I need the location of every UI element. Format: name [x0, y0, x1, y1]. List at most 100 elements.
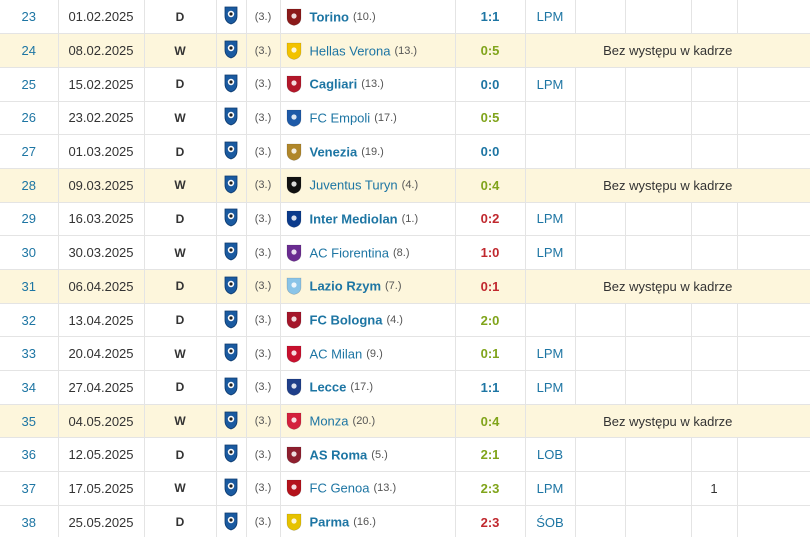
monza-crest-icon[interactable]: [285, 412, 303, 430]
matchday-link[interactable]: 32: [0, 303, 59, 338]
opponent-name-link[interactable]: FC Empoli: [310, 110, 371, 125]
opponent-cell[interactable]: Cagliari (13.): [280, 67, 456, 102]
match-result-link[interactable]: 0:0: [455, 134, 526, 169]
opponent-cell[interactable]: FC Empoli (17.): [280, 101, 456, 136]
own-team-crest-cell[interactable]: [216, 33, 247, 68]
as-roma-crest-icon[interactable]: [285, 446, 303, 464]
opponent-name-link[interactable]: Lecce: [310, 380, 347, 395]
opponent-name-link[interactable]: Torino: [310, 9, 349, 24]
opponent-name-link[interactable]: Inter Mediolan: [310, 211, 398, 226]
atalanta-crest-icon[interactable]: [224, 39, 238, 59]
cagliari-crest-icon[interactable]: [285, 75, 303, 94]
inter-crest-icon[interactable]: [285, 210, 303, 228]
own-team-crest-cell[interactable]: [216, 134, 247, 169]
atalanta-crest-icon[interactable]: [224, 443, 238, 463]
opponent-name-link[interactable]: FC Bologna: [310, 313, 383, 328]
match-result-link[interactable]: 1:1: [455, 0, 526, 35]
match-result-link[interactable]: 2:3: [455, 505, 526, 537]
atalanta-crest-icon[interactable]: [224, 241, 238, 261]
ac-milan-crest-icon[interactable]: [285, 345, 303, 363]
matchday-link[interactable]: 27: [0, 134, 59, 169]
opponent-cell[interactable]: AC Milan (9.): [280, 336, 456, 372]
atalanta-crest-icon[interactable]: [224, 309, 238, 329]
matchday-link[interactable]: 24: [0, 33, 59, 68]
atalanta-crest-icon[interactable]: [224, 275, 238, 295]
opponent-cell[interactable]: Lazio Rzym (7.): [280, 269, 456, 304]
atalanta-crest-icon[interactable]: [224, 73, 238, 93]
matchday-link[interactable]: 23: [0, 0, 59, 35]
opponent-name-link[interactable]: Parma: [310, 515, 350, 530]
lazio-crest-icon[interactable]: [285, 277, 303, 296]
opponent-name-link[interactable]: AS Roma: [310, 447, 368, 462]
torino-crest-icon[interactable]: [285, 8, 303, 26]
atalanta-crest-icon[interactable]: [224, 140, 238, 160]
atalanta-crest-icon[interactable]: [224, 207, 238, 227]
atalanta-crest-icon[interactable]: [224, 174, 238, 194]
opponent-cell[interactable]: Lecce (17.): [280, 370, 456, 405]
match-result-link[interactable]: 2:0: [455, 303, 526, 338]
matchday-link[interactable]: 37: [0, 471, 59, 506]
opponent-cell[interactable]: AC Fiorentina (8.): [280, 235, 456, 270]
match-result-link[interactable]: 1:0: [455, 235, 526, 270]
own-team-crest-cell[interactable]: [216, 202, 247, 237]
matchday-link[interactable]: 36: [0, 437, 59, 473]
opponent-cell[interactable]: Inter Mediolan (1.): [280, 202, 456, 237]
own-team-crest-cell[interactable]: [216, 235, 247, 270]
own-team-crest-cell[interactable]: [216, 101, 247, 136]
fiorentina-crest-icon[interactable]: [285, 244, 303, 262]
matchday-link[interactable]: 35: [0, 404, 59, 439]
match-result-link[interactable]: 0:2: [455, 202, 526, 237]
genoa-crest-icon[interactable]: [285, 479, 303, 498]
opponent-name-link[interactable]: FC Genoa: [310, 481, 370, 496]
match-result-link[interactable]: 0:1: [455, 269, 526, 304]
opponent-cell[interactable]: Venezia (19.): [280, 134, 456, 169]
opponent-cell[interactable]: Parma (16.): [280, 505, 456, 537]
match-result-link[interactable]: 1:1: [455, 370, 526, 405]
opponent-name-link[interactable]: AC Fiorentina: [310, 245, 389, 260]
bologna-crest-icon[interactable]: [285, 311, 303, 329]
matchday-link[interactable]: 28: [0, 168, 59, 203]
opponent-cell[interactable]: Monza (20.): [280, 404, 456, 439]
match-result-link[interactable]: 0:1: [455, 336, 526, 372]
own-team-crest-cell[interactable]: [216, 67, 247, 102]
match-result-link[interactable]: 2:1: [455, 437, 526, 473]
opponent-cell[interactable]: FC Genoa (13.): [280, 471, 456, 506]
own-team-crest-cell[interactable]: [216, 437, 247, 473]
opponent-name-link[interactable]: Juventus Turyn: [310, 178, 398, 193]
lecce-crest-icon[interactable]: [285, 378, 303, 397]
match-result-link[interactable]: 0:5: [455, 101, 526, 136]
opponent-cell[interactable]: Juventus Turyn (4.): [280, 168, 456, 203]
match-result-link[interactable]: 0:5: [455, 33, 526, 68]
atalanta-crest-icon[interactable]: [224, 5, 238, 25]
parma-crest-icon[interactable]: [285, 513, 303, 531]
atalanta-crest-icon[interactable]: [224, 376, 238, 396]
opponent-cell[interactable]: Hellas Verona (13.): [280, 33, 456, 68]
atalanta-crest-icon[interactable]: [224, 342, 238, 362]
opponent-cell[interactable]: AS Roma (5.): [280, 437, 456, 473]
matchday-link[interactable]: 30: [0, 235, 59, 270]
opponent-name-link[interactable]: Cagliari: [310, 77, 358, 92]
own-team-crest-cell[interactable]: [216, 303, 247, 338]
own-team-crest-cell[interactable]: [216, 404, 247, 439]
matchday-link[interactable]: 31: [0, 269, 59, 304]
own-team-crest-cell[interactable]: [216, 370, 247, 405]
own-team-crest-cell[interactable]: [216, 336, 247, 372]
own-team-crest-cell[interactable]: [216, 168, 247, 203]
atalanta-crest-icon[interactable]: [224, 477, 238, 497]
own-team-crest-cell[interactable]: [216, 471, 247, 506]
match-result-link[interactable]: 0:4: [455, 404, 526, 439]
opponent-name-link[interactable]: Lazio Rzym: [310, 279, 382, 294]
match-result-link[interactable]: 0:4: [455, 168, 526, 203]
matchday-link[interactable]: 29: [0, 202, 59, 237]
venezia-crest-icon[interactable]: [285, 143, 303, 161]
opponent-cell[interactable]: Torino (10.): [280, 0, 456, 35]
opponent-name-link[interactable]: Hellas Verona: [310, 43, 391, 58]
own-team-crest-cell[interactable]: [216, 505, 247, 537]
matchday-link[interactable]: 34: [0, 370, 59, 405]
hellas-verona-crest-icon[interactable]: [285, 42, 303, 60]
matchday-link[interactable]: 26: [0, 101, 59, 136]
opponent-cell[interactable]: FC Bologna (4.): [280, 303, 456, 338]
opponent-name-link[interactable]: Venezia: [310, 144, 358, 159]
atalanta-crest-icon[interactable]: [224, 410, 238, 430]
own-team-crest-cell[interactable]: [216, 269, 247, 304]
